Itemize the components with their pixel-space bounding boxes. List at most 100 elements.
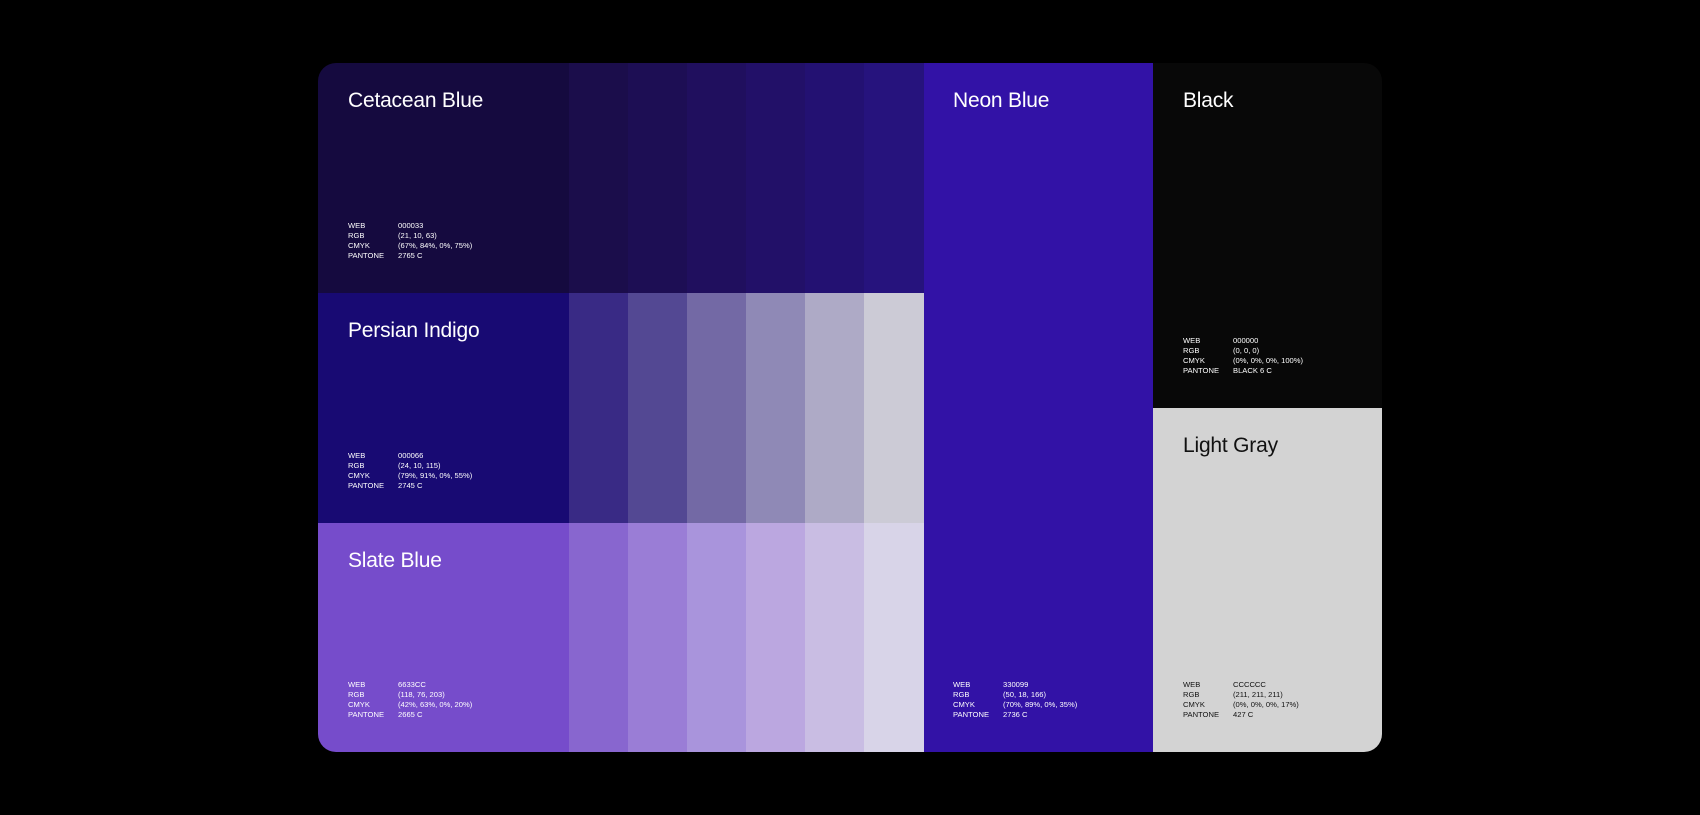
spec-value: (67%, 84%, 0%, 75%) — [398, 241, 473, 250]
spec-value: 427 C — [1233, 710, 1254, 719]
spec-label: WEB — [1183, 680, 1201, 689]
spec-value: 000033 — [398, 221, 424, 230]
spec-value: 000066 — [398, 451, 424, 460]
spec-row-cmyk: CMYK (70%, 89%, 0%, 35%) — [953, 700, 1077, 710]
spec-row-web: WEB 6633CC — [348, 680, 472, 690]
spec-row-web: WEB 000066 — [348, 451, 472, 461]
swatch-name: Slate Blue — [348, 549, 442, 572]
tint-swatch-persian-6 — [864, 293, 924, 523]
spec-label: PANTONE — [348, 481, 385, 490]
spec-row-pantone: PANTONE 2736 C — [953, 710, 1077, 720]
spec-value: 330099 — [1003, 680, 1029, 689]
spec-label: RGB — [953, 690, 970, 699]
tint-swatch-cetacean-2 — [628, 63, 688, 293]
swatch-persian-indigo: Persian Indigo WEB 000066 RGB (24, 10, 115)… — [318, 293, 569, 523]
swatch-specs: WEB 330099 RGB (50, 18, 166) CMYK (70%, 89%, … — [953, 680, 1077, 720]
spec-label: RGB — [1183, 690, 1200, 699]
spec-value: (70%, 89%, 0%, 35%) — [1003, 700, 1078, 709]
spec-value: BLACK 6 C — [1233, 366, 1272, 375]
swatch-slate-blue: Slate Blue WEB 6633CC RGB (118, 76, 203) CMY… — [318, 523, 569, 752]
spec-value: (24, 10, 115) — [398, 461, 441, 470]
spec-value: 6633CC — [398, 680, 426, 689]
spec-label: CMYK — [953, 700, 975, 709]
spec-value: (79%, 91%, 0%, 55%) — [398, 471, 473, 480]
spec-value: 2745 C — [398, 481, 423, 490]
tint-swatch-persian-2 — [628, 293, 688, 523]
spec-label: WEB — [953, 680, 971, 689]
spec-label: RGB — [1183, 346, 1200, 355]
spec-label: PANTONE — [1183, 366, 1220, 375]
tint-swatch-persian-3 — [687, 293, 747, 523]
spec-value: (50, 18, 166) — [1003, 690, 1047, 699]
spec-label: WEB — [348, 221, 366, 230]
spec-value: (0, 0, 0) — [1233, 346, 1260, 355]
swatch-black: Black WEB 000000 RGB (0, 0, 0) CMYK (0%, 0%, … — [1153, 63, 1382, 408]
spec-row-cmyk: CMYK (42%, 63%, 0%, 20%) — [348, 700, 472, 710]
spec-row-web: WEB 330099 — [953, 680, 1077, 690]
spec-value: 2736 C — [1003, 710, 1028, 719]
swatch-specs: WEB 000000 RGB (0, 0, 0) CMYK (0%, 0%, 0%, 10… — [1183, 336, 1303, 376]
spec-label: CMYK — [348, 700, 370, 709]
tint-swatch-slate-5 — [805, 523, 865, 752]
spec-label: PANTONE — [348, 251, 385, 260]
swatch-specs: WEB 000033 RGB (21, 10, 63) CMYK (67%, 84%, 0… — [348, 221, 472, 261]
swatch-name: Neon Blue — [953, 89, 1050, 112]
spec-row-cmyk: CMYK (0%, 0%, 0%, 17%) — [1183, 700, 1299, 710]
spec-row-pantone: PANTONE BLACK 6 C — [1183, 366, 1303, 376]
spec-value: (211, 211, 211) — [1233, 690, 1283, 699]
spec-label: CMYK — [348, 241, 370, 250]
spec-row-rgb: RGB (50, 18, 166) — [953, 690, 1077, 700]
spec-label: WEB — [348, 680, 366, 689]
spec-value: 2665 C — [398, 710, 423, 719]
spec-label: PANTONE — [1183, 710, 1220, 719]
spec-label: CMYK — [348, 471, 370, 480]
spec-row-rgb: RGB (0, 0, 0) — [1183, 346, 1303, 356]
spec-row-web: WEB CCCCCC — [1183, 680, 1299, 690]
spec-value: (0%, 0%, 0%, 17%) — [1233, 700, 1299, 709]
spec-row-pantone: PANTONE 2665 C — [348, 710, 472, 720]
swatch-name: Cetacean Blue — [348, 89, 484, 112]
spec-label: CMYK — [1183, 700, 1205, 709]
tint-swatch-slate-6 — [864, 523, 924, 752]
spec-label: PANTONE — [348, 710, 385, 719]
spec-label: WEB — [1183, 336, 1201, 345]
spec-label: PANTONE — [953, 710, 990, 719]
tint-swatch-persian-4 — [746, 293, 806, 523]
tint-swatch-persian-5 — [805, 293, 865, 523]
tint-swatch-cetacean-6 — [864, 63, 924, 293]
swatch-neon-blue: Neon Blue WEB 330099 RGB (50, 18, 166) CMYK (… — [923, 63, 1153, 752]
color-palette-board: Cetacean Blue WEB 000033 RGB (21, 10, 63) CM… — [318, 63, 1382, 752]
spec-row-rgb: RGB (211, 211, 211) — [1183, 690, 1299, 700]
swatch-name: Persian Indigo — [348, 319, 480, 342]
spec-label: RGB — [348, 690, 365, 699]
spec-value: CCCCCC — [1233, 680, 1266, 689]
spec-label: RGB — [348, 461, 365, 470]
spec-value: (21, 10, 63) — [398, 231, 437, 240]
spec-value: 2765 C — [398, 251, 423, 260]
swatch-name: Light Gray — [1183, 434, 1278, 457]
swatch-specs: WEB 000066 RGB (24, 10, 115) CMYK (79%, 91%, … — [348, 451, 472, 491]
spec-row-pantone: PANTONE 427 C — [1183, 710, 1299, 720]
spec-row-web: WEB 000033 — [348, 221, 472, 231]
spec-row-pantone: PANTONE 2765 C — [348, 251, 472, 261]
spec-value: (0%, 0%, 0%, 100%) — [1233, 356, 1304, 365]
spec-row-rgb: RGB (118, 76, 203) — [348, 690, 472, 700]
tint-swatch-persian-1 — [569, 293, 629, 523]
spec-row-rgb: RGB (24, 10, 115) — [348, 461, 472, 471]
tint-swatch-slate-4 — [746, 523, 806, 752]
tint-swatch-cetacean-5 — [805, 63, 865, 293]
spec-value: (42%, 63%, 0%, 20%) — [398, 700, 473, 709]
spec-value: 000000 — [1233, 336, 1259, 345]
tint-swatch-cetacean-1 — [569, 63, 629, 293]
swatch-cetacean-blue: Cetacean Blue WEB 000033 RGB (21, 10, 63) CM… — [318, 63, 569, 293]
spec-row-rgb: RGB (21, 10, 63) — [348, 231, 472, 241]
swatch-light-gray: Light Gray WEB CCCCCC RGB (211, 211, 211) CM… — [1153, 408, 1382, 752]
tint-swatch-cetacean-3 — [687, 63, 747, 293]
tint-swatch-slate-3 — [687, 523, 747, 752]
spec-row-cmyk: CMYK (0%, 0%, 0%, 100%) — [1183, 356, 1303, 366]
swatch-specs: WEB CCCCCC RGB (211, 211, 211) CMYK (0%, 0%, … — [1183, 680, 1299, 720]
tint-swatch-slate-2 — [628, 523, 688, 752]
tint-swatch-cetacean-4 — [746, 63, 806, 293]
swatch-name: Black — [1183, 89, 1234, 112]
spec-row-cmyk: CMYK (67%, 84%, 0%, 75%) — [348, 241, 472, 251]
